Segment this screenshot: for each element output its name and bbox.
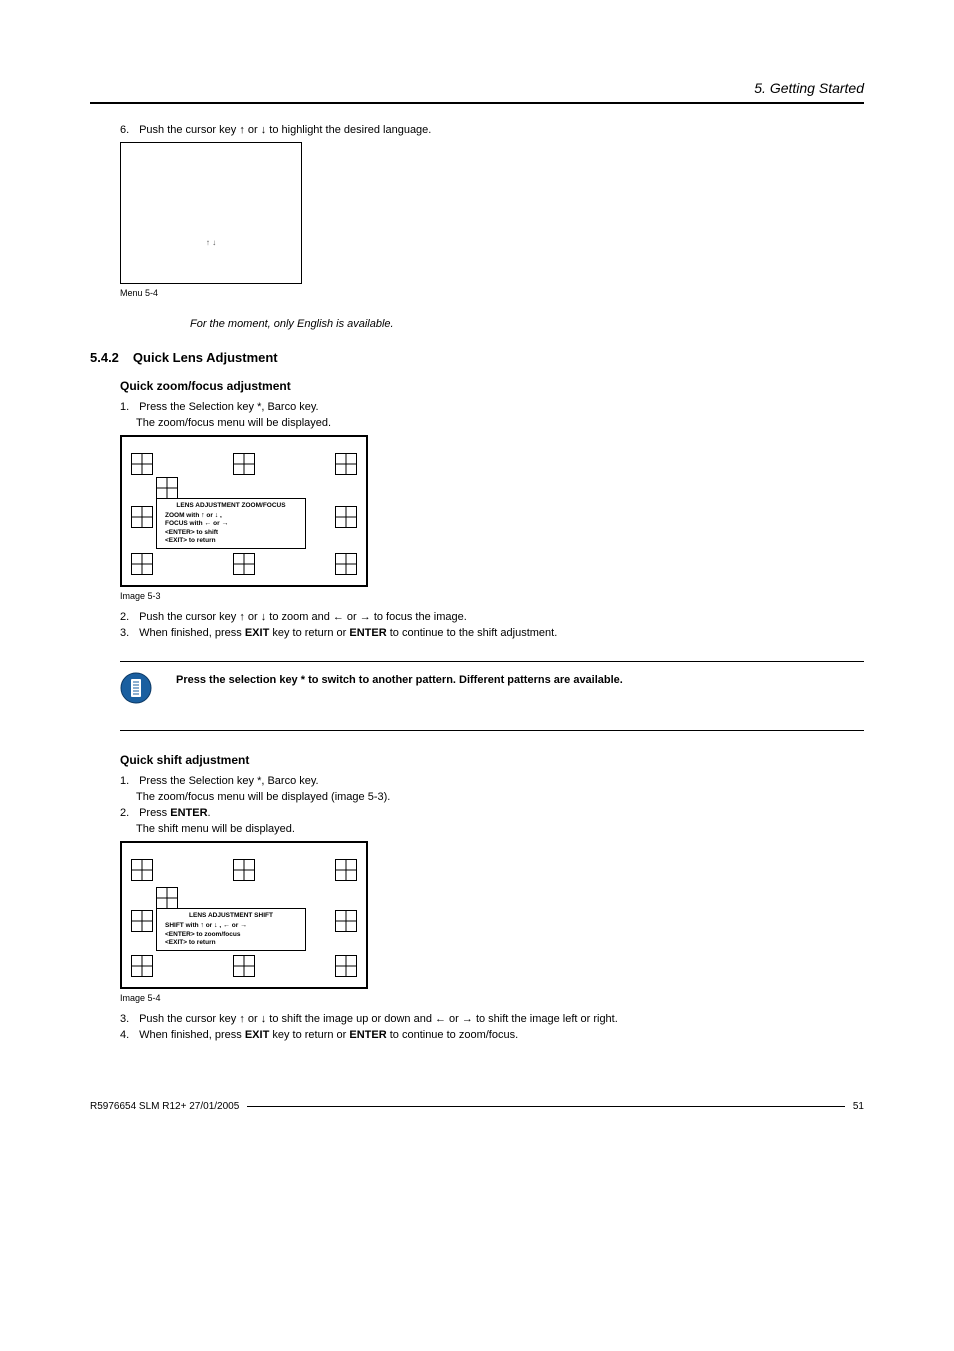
note-text: Press the selection key * to switch to a… bbox=[176, 674, 623, 686]
crosshair-icon bbox=[131, 910, 153, 932]
enter-key: ENTER bbox=[349, 1029, 386, 1041]
t: to continue to zoom/focus. bbox=[387, 1029, 518, 1041]
lens-zoomfocus-box: LENS ADJUSTMENT ZOOM/FOCUS ZOOM with ↑ o… bbox=[156, 498, 306, 549]
zf-step-1: 1. Press the Selection key *, Barco key. bbox=[120, 401, 864, 413]
step-number: 1. bbox=[120, 775, 136, 787]
step-text: Press the Selection key *, Barco key. bbox=[139, 775, 319, 787]
step-number: 2. bbox=[120, 611, 136, 623]
language-menu-screenshot: ↑ ↓ bbox=[120, 142, 302, 284]
step-number: 4. bbox=[120, 1029, 136, 1041]
step-text: Push the cursor key ↑ or ↓ to zoom and ←… bbox=[139, 611, 467, 623]
header-rule bbox=[90, 102, 864, 104]
t: FOCUS with bbox=[165, 521, 204, 528]
arrow-right-icon: → bbox=[240, 922, 247, 929]
t: When finished, press bbox=[139, 1029, 245, 1041]
menu-caption: Menu 5-4 bbox=[120, 288, 864, 298]
section-heading: 5.4.2 Quick Lens Adjustment bbox=[90, 350, 864, 365]
zf-step-3: 3. When finished, press EXIT key to retu… bbox=[120, 627, 864, 639]
t: When finished, press bbox=[139, 627, 245, 639]
step-6: 6. Push the cursor key ↑ or ↓ to highlig… bbox=[120, 124, 864, 136]
shift-step-2-sub: The shift menu will be displayed. bbox=[136, 823, 864, 835]
t: ZOOM with bbox=[165, 512, 201, 519]
crosshair-icon bbox=[233, 859, 255, 881]
t: <EXIT> to return bbox=[165, 939, 301, 947]
t: <EXIT> to return bbox=[165, 537, 301, 545]
t: key to return or bbox=[269, 1029, 349, 1041]
step-number: 2. bbox=[120, 807, 136, 819]
t: , bbox=[218, 512, 222, 519]
crosshair-icon bbox=[156, 887, 178, 909]
crosshair-icon bbox=[233, 955, 255, 977]
arrow-right-icon: → bbox=[221, 520, 228, 527]
step-text: Push the cursor key ↑ or ↓ to highlight … bbox=[139, 124, 431, 136]
step-text: Press ENTER. bbox=[139, 807, 211, 819]
crosshair-icon bbox=[131, 955, 153, 977]
step-number: 3. bbox=[120, 1013, 136, 1025]
shift-step-1: 1. Press the Selection key *, Barco key. bbox=[120, 775, 864, 787]
shift-step-2: 2. Press ENTER. bbox=[120, 807, 864, 819]
t: or bbox=[205, 512, 215, 519]
lens-box-title: LENS ADJUSTMENT SHIFT bbox=[161, 912, 301, 920]
t: key to return or bbox=[269, 627, 349, 639]
step-number: 3. bbox=[120, 627, 136, 639]
exit-key: EXIT bbox=[245, 1029, 269, 1041]
shift-step-3: 3. Push the cursor key ↑ or ↓ to shift t… bbox=[120, 1013, 864, 1025]
menu-arrows: ↑ ↓ bbox=[121, 238, 301, 247]
t: to continue to the shift adjustment. bbox=[387, 627, 558, 639]
zoomfocus-image-caption: Image 5-3 bbox=[120, 591, 864, 601]
lens-box-title: LENS ADJUSTMENT ZOOM/FOCUS bbox=[161, 502, 301, 510]
crosshair-icon bbox=[131, 859, 153, 881]
t: . bbox=[208, 807, 211, 819]
crosshair-icon bbox=[156, 477, 178, 499]
crosshair-icon bbox=[335, 506, 357, 528]
shift-step-4: 4. When finished, press EXIT key to retu… bbox=[120, 1029, 864, 1041]
crosshair-icon bbox=[335, 553, 357, 575]
shift-diagram: LENS ADJUSTMENT SHIFT SHIFT with ↑ or ↓ … bbox=[120, 841, 368, 989]
zoomfocus-diagram: LENS ADJUSTMENT ZOOM/FOCUS ZOOM with ↑ o… bbox=[120, 435, 368, 587]
shift-title: Quick shift adjustment bbox=[120, 753, 864, 767]
chapter-title: 5. Getting Started bbox=[90, 80, 864, 96]
step-text: When finished, press EXIT key to return … bbox=[139, 1029, 518, 1041]
note-block: Press the selection key * to switch to a… bbox=[120, 661, 864, 731]
crosshair-icon bbox=[335, 910, 357, 932]
step-text: Push the cursor key ↑ or ↓ to shift the … bbox=[139, 1013, 618, 1025]
arrow-left-icon: ← bbox=[223, 922, 230, 929]
step-text: Press the Selection key *, Barco key. bbox=[139, 401, 319, 413]
zf-step-1-sub: The zoom/focus menu will be displayed. bbox=[136, 417, 864, 429]
crosshair-icon bbox=[335, 859, 357, 881]
english-only-note: For the moment, only English is availabl… bbox=[190, 318, 864, 330]
step-number: 6. bbox=[120, 124, 136, 136]
lens-shift-box: LENS ADJUSTMENT SHIFT SHIFT with ↑ or ↓ … bbox=[156, 908, 306, 951]
crosshair-icon bbox=[233, 553, 255, 575]
enter-key: ENTER bbox=[170, 807, 207, 819]
crosshair-icon bbox=[233, 453, 255, 475]
shift-image-caption: Image 5-4 bbox=[120, 993, 864, 1003]
section-number: 5.4.2 bbox=[90, 350, 119, 365]
t: Press bbox=[139, 807, 170, 819]
crosshair-icon bbox=[131, 453, 153, 475]
footer-doc-id: R5976654 SLM R12+ 27/01/2005 bbox=[90, 1101, 239, 1112]
t: or bbox=[211, 521, 221, 528]
enter-key: ENTER bbox=[349, 627, 386, 639]
t: or bbox=[204, 923, 214, 930]
note-icon bbox=[120, 672, 152, 704]
crosshair-icon bbox=[335, 453, 357, 475]
crosshair-icon bbox=[131, 553, 153, 575]
step-text: When finished, press EXIT key to return … bbox=[139, 627, 557, 639]
t: SHIFT with bbox=[165, 923, 200, 930]
t: <ENTER> to zoom/focus bbox=[165, 931, 301, 939]
exit-key: EXIT bbox=[245, 627, 269, 639]
footer-page-number: 51 bbox=[853, 1101, 864, 1112]
t: or bbox=[230, 923, 240, 930]
crosshair-icon bbox=[131, 506, 153, 528]
section-title: Quick Lens Adjustment bbox=[133, 350, 278, 365]
page-footer: R5976654 SLM R12+ 27/01/2005 51 bbox=[90, 1101, 864, 1112]
zf-step-2: 2. Push the cursor key ↑ or ↓ to zoom an… bbox=[120, 611, 864, 623]
zoomfocus-title: Quick zoom/focus adjustment bbox=[120, 379, 864, 393]
shift-step-1-sub: The zoom/focus menu will be displayed (i… bbox=[136, 791, 864, 803]
t: <ENTER> to shift bbox=[165, 529, 301, 537]
step-number: 1. bbox=[120, 401, 136, 413]
crosshair-icon bbox=[335, 955, 357, 977]
